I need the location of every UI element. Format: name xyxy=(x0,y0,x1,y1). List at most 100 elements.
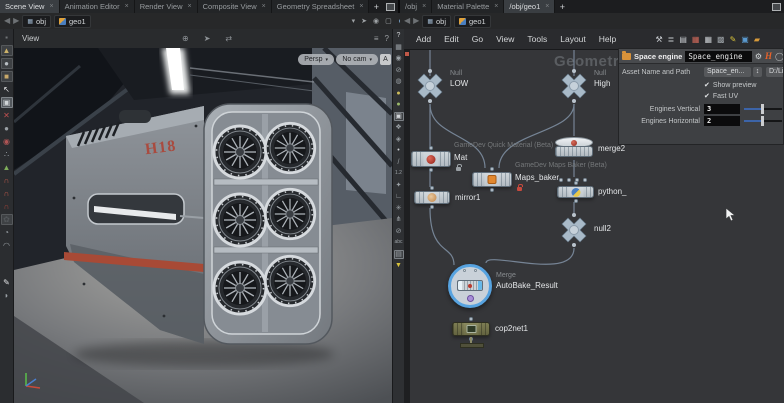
net-minimap-icon[interactable]: ▩ xyxy=(717,35,725,44)
projection-selector[interactable]: Persp ▾ xyxy=(298,54,334,65)
snap-frame-icon[interactable]: ✳ xyxy=(394,204,404,213)
back-icon[interactable]: ◀ xyxy=(404,17,410,25)
breadcrumb-geo1[interactable]: geo1 xyxy=(54,14,91,28)
close-tab-icon[interactable]: × xyxy=(49,3,53,10)
high-quality-icon[interactable]: ▣ xyxy=(393,111,404,121)
select-mode-icon[interactable]: ⊕ xyxy=(182,34,189,43)
hand-tool-icon[interactable]: ✦ xyxy=(394,181,404,190)
snapshot-toggle[interactable]: A xyxy=(380,54,391,65)
handles-icon[interactable]: ➤ xyxy=(204,34,211,43)
engines-horizontal-value[interactable]: 2 xyxy=(704,116,740,126)
magnet-strong-icon[interactable]: ∩ xyxy=(1,201,13,212)
net-folder-icon[interactable]: ▰ xyxy=(754,35,760,44)
close-tab-icon[interactable]: × xyxy=(422,3,426,10)
pin-icon[interactable]: ▼ xyxy=(394,261,404,270)
pane-tab[interactable]: /obj/geo1 × xyxy=(504,0,556,13)
radial-menu-icon[interactable]: ◉ xyxy=(373,18,379,25)
dome-tool-icon[interactable]: ◠ xyxy=(1,240,13,251)
brush-icon[interactable]: ✎ xyxy=(1,277,13,288)
node-mat[interactable] xyxy=(411,146,451,172)
engines-horizontal-slider[interactable] xyxy=(744,116,782,126)
tool-box-icon[interactable]: ■ xyxy=(0,71,13,82)
group-select-icon[interactable]: ⋔ xyxy=(394,215,404,224)
wireframe-icon[interactable]: ◈ xyxy=(394,135,404,144)
new-tab-button[interactable]: + xyxy=(369,0,383,13)
globe-icon[interactable]: ◍ xyxy=(394,77,404,86)
menu-tools[interactable]: Tools xyxy=(527,35,547,44)
node-null2[interactable] xyxy=(559,212,589,253)
pane-tab[interactable]: Scene View × xyxy=(0,0,60,13)
normal-lights-icon[interactable]: ● xyxy=(394,100,404,109)
pane-tab[interactable]: Geometry Spreadsheet × xyxy=(271,0,370,13)
close-tab-icon[interactable]: × xyxy=(262,3,266,10)
net-list-icon[interactable]: ▤ xyxy=(679,35,687,44)
engines-vertical-value[interactable]: 3 xyxy=(704,104,740,114)
node-null-low[interactable] xyxy=(415,68,445,109)
paint-sphere-icon[interactable]: ◉ xyxy=(1,136,13,147)
breadcrumb-obj[interactable]: ▦ obj xyxy=(422,14,451,28)
node-mirror1[interactable] xyxy=(414,186,450,209)
text-overlay-icon[interactable]: abc xyxy=(394,238,404,247)
pane-tab[interactable]: Render View × xyxy=(134,0,198,13)
node-null-high[interactable] xyxy=(559,68,589,109)
fast-uv-checkbox[interactable]: ✔ Fast UV xyxy=(704,92,738,101)
asset-name-dropdown[interactable]: Space_en... xyxy=(704,67,751,77)
uv-overlay-icon[interactable]: 1.2 xyxy=(394,169,404,178)
pane-handle-icon[interactable]: ▪ xyxy=(1,32,13,43)
pose-tool-icon[interactable]: ✕ xyxy=(1,110,13,121)
path-caret-icon[interactable]: ▾ xyxy=(352,18,356,25)
cube-display-icon[interactable]: ▢ xyxy=(385,18,392,25)
net-tools-icon[interactable]: ⚒ xyxy=(655,35,662,44)
back-icon[interactable]: ◀ xyxy=(4,17,10,25)
net-tree-icon[interactable]: ≣ xyxy=(668,35,675,44)
display-options-icon[interactable]: ≡ xyxy=(374,34,379,43)
close-tab-icon[interactable]: × xyxy=(188,3,192,10)
scene-viewport[interactable]: H18 Persp ▾ No cam ▾ A xyxy=(14,48,392,403)
net-notes-icon[interactable]: ✎ xyxy=(730,35,737,44)
pane-tab[interactable]: Material Palette × xyxy=(432,0,505,13)
image-plane-icon[interactable]: ▦ xyxy=(394,43,404,52)
node-maps-baker[interactable] xyxy=(472,167,512,192)
menu-help[interactable]: Help xyxy=(599,35,616,44)
normal-marker-icon[interactable]: / xyxy=(394,158,404,167)
menu-layout[interactable]: Layout xyxy=(560,35,586,44)
show-preview-checkbox[interactable]: ✔ Show preview xyxy=(704,81,756,90)
net-bgimage-icon[interactable]: ▣ xyxy=(741,35,749,44)
pane-maximize-icon[interactable] xyxy=(772,2,781,11)
viewport-help-icon[interactable]: ? xyxy=(385,34,389,43)
tool-cone-icon[interactable]: ▲ xyxy=(0,45,13,56)
node-autobake-result[interactable] xyxy=(448,264,492,308)
pane-tab[interactable]: /obj × xyxy=(400,0,433,13)
sphere-tool-icon[interactable]: ● xyxy=(1,123,13,134)
net-colorgrid-icon[interactable]: ▦ xyxy=(692,35,700,44)
new-tab-button[interactable]: + xyxy=(555,0,569,13)
magnet-weak-icon[interactable]: ∩ xyxy=(1,175,13,186)
pin-path-icon[interactable]: ➤ xyxy=(361,18,367,25)
forward-icon[interactable]: ▶ xyxy=(413,17,419,25)
close-tab-icon[interactable]: × xyxy=(359,3,363,10)
node-python[interactable] xyxy=(557,181,594,203)
flower-tool-icon[interactable]: ✿ xyxy=(0,214,13,225)
breadcrumb-geo1[interactable]: geo1 xyxy=(454,14,491,28)
asset-stepper[interactable]: ↕ xyxy=(753,67,762,77)
magnet-mid-icon[interactable]: ∩ xyxy=(1,188,13,199)
point-marker-icon[interactable]: • xyxy=(394,146,404,155)
move-mode-icon[interactable]: ⇄ xyxy=(225,34,232,43)
menu-go[interactable]: Go xyxy=(472,35,483,44)
node-cop2net1[interactable] xyxy=(452,317,490,341)
close-tab-icon[interactable]: × xyxy=(494,3,498,10)
recook-icon[interactable]: ◯ xyxy=(775,52,783,61)
forward-icon[interactable]: ▶ xyxy=(13,17,19,25)
lock-view-icon[interactable]: ◉ xyxy=(394,54,404,63)
shell-icon[interactable]: ◗ xyxy=(1,290,13,301)
gear-icon[interactable]: ⚙ xyxy=(755,52,762,61)
headlight-icon[interactable]: ● xyxy=(394,89,404,98)
net-grid-icon[interactable]: ▦ xyxy=(704,35,712,44)
asset-path-button[interactable]: D:/Li xyxy=(766,67,783,77)
tree-tool-icon[interactable]: ▲ xyxy=(1,162,13,173)
grid-corner-icon[interactable]: ∟ xyxy=(394,192,404,201)
shade-mode-icon[interactable]: ❖ xyxy=(394,123,404,132)
visibility-icon[interactable]: ⊘ xyxy=(394,227,404,236)
lock-handle-icon[interactable]: ▣ xyxy=(0,97,13,108)
menu-add[interactable]: Add xyxy=(416,35,431,44)
